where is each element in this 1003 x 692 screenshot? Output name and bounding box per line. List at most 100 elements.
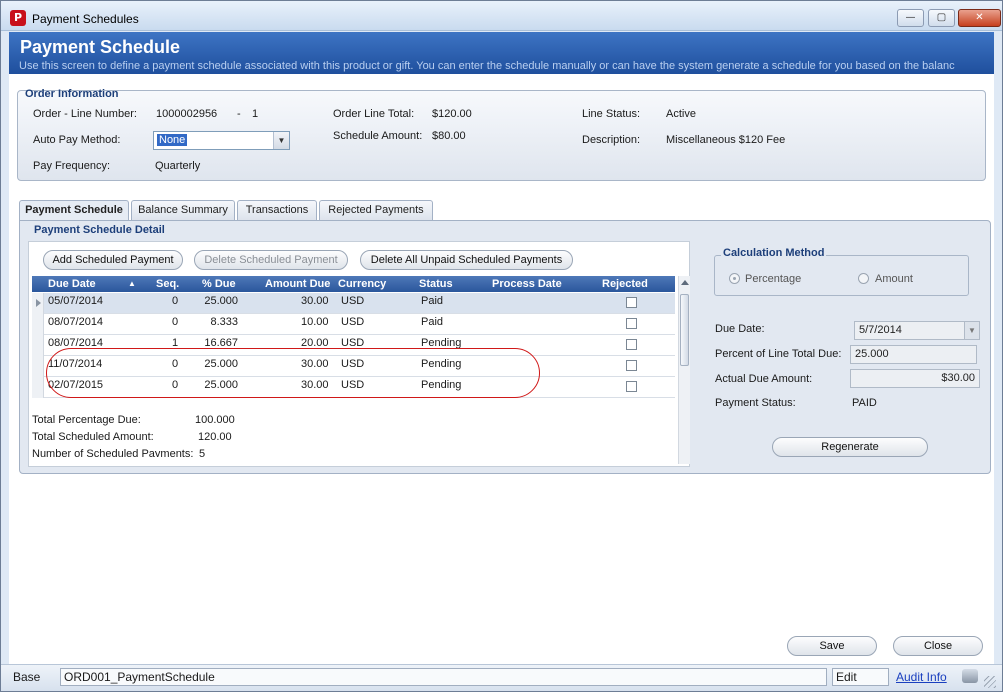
order-line-separator: - xyxy=(237,108,241,120)
payment-status-label: Payment Status: xyxy=(715,397,796,409)
order-line-total-value: $120.00 xyxy=(432,108,472,120)
highlight-annotation xyxy=(46,348,540,398)
current-row-icon xyxy=(36,299,41,307)
cell-due-date: 08/07/2014 xyxy=(48,316,104,328)
total-percentage-label: Total Percentage Due: xyxy=(32,414,141,426)
status-screen-id: ORD001_PaymentSchedule xyxy=(60,668,827,686)
add-scheduled-payment-button[interactable]: Add Scheduled Payment xyxy=(43,250,183,270)
main-content: Order Information Order - Line Number: 1… xyxy=(9,74,994,664)
auto-pay-select[interactable]: None ▼ xyxy=(153,131,290,150)
col-pct-due[interactable]: % Due xyxy=(202,278,236,290)
cell-amount: 30.00 xyxy=(301,295,329,307)
audit-info-link[interactable]: Audit Info xyxy=(896,670,947,684)
order-line-total-label: Order Line Total: xyxy=(333,108,415,120)
row-selector xyxy=(32,377,44,398)
rejected-checkbox[interactable] xyxy=(626,339,637,350)
due-date-field[interactable]: 5/7/2014 ▼ xyxy=(854,321,980,340)
actual-due-amount-field[interactable]: $30.00 xyxy=(850,369,980,388)
line-status-value: Active xyxy=(666,108,696,120)
tab-balance-summary[interactable]: Balance Summary xyxy=(131,200,235,220)
payment-schedule-detail: Payment Schedule Detail Add Scheduled Pa… xyxy=(19,220,991,474)
grid-header: Due Date ▲ Seq. % Due Amount Due Currenc… xyxy=(32,276,675,292)
detail-title: Payment Schedule Detail xyxy=(34,224,165,236)
actual-due-amount-label: Actual Due Amount: xyxy=(715,373,813,385)
amount-radio[interactable] xyxy=(858,273,869,284)
app-window: P Payment Schedules — ▢ ✕ Payment Schedu… xyxy=(0,0,1003,692)
chevron-down-icon[interactable]: ▼ xyxy=(273,132,289,149)
cell-currency: USD xyxy=(341,316,365,328)
due-date-value: 5/7/2014 xyxy=(859,324,902,336)
scroll-thumb[interactable] xyxy=(680,294,689,366)
rejected-checkbox[interactable] xyxy=(626,360,637,371)
col-process-date[interactable]: Process Date xyxy=(492,278,562,290)
cell-seq: 0 xyxy=(172,295,179,307)
rejected-checkbox[interactable] xyxy=(626,381,637,392)
description-label: Description: xyxy=(582,134,641,146)
save-button[interactable]: Save xyxy=(787,636,877,656)
app-logo-icon: P xyxy=(10,10,26,26)
row-selector xyxy=(32,293,44,314)
total-percentage-value: 100.000 xyxy=(195,414,235,426)
percentage-radio-label: Percentage xyxy=(745,273,802,285)
resize-grip-icon[interactable] xyxy=(984,676,996,688)
line-status-label: Line Status: xyxy=(582,108,641,120)
scheduled-count-clip: Number of Scheduled Payments: 5 xyxy=(32,448,252,457)
schedule-amount-value: $80.00 xyxy=(432,130,466,142)
window-title: Payment Schedules xyxy=(32,12,139,26)
page-header: Payment Schedule Use this screen to defi… xyxy=(9,32,994,74)
status-bar: Base ORD001_PaymentSchedule Edit Audit I… xyxy=(1,664,1002,691)
total-scheduled-value: 120.00 xyxy=(198,431,232,443)
cell-pct: 8.333 xyxy=(210,316,238,328)
rejected-checkbox[interactable] xyxy=(626,297,637,308)
col-seq[interactable]: Seq. xyxy=(156,278,179,290)
percent-line-total-label: Percent of Line Total Due: xyxy=(715,348,842,360)
col-due-date[interactable]: Due Date xyxy=(48,278,96,290)
row-selector xyxy=(32,314,44,335)
printer-icon[interactable] xyxy=(962,669,978,683)
row-selector xyxy=(32,335,44,356)
rejected-checkbox[interactable] xyxy=(626,318,637,329)
regenerate-button[interactable]: Regenerate xyxy=(772,437,928,457)
grid-scrollbar[interactable] xyxy=(678,276,690,464)
total-scheduled-label: Total Scheduled Amount: xyxy=(32,431,154,443)
maximize-button[interactable]: ▢ xyxy=(928,9,955,27)
tab-transactions[interactable]: Transactions xyxy=(237,200,317,220)
delete-all-unpaid-button[interactable]: Delete All Unpaid Scheduled Payments xyxy=(360,250,573,270)
percent-line-total-field[interactable]: 25.000 xyxy=(850,345,977,364)
cell-due-date: 05/07/2014 xyxy=(48,295,104,307)
cell-amount: 10.00 xyxy=(301,316,329,328)
col-currency[interactable]: Currency xyxy=(338,278,386,290)
cell-status: Paid xyxy=(421,316,444,328)
status-base: Base xyxy=(13,670,41,684)
amount-radio-label: Amount xyxy=(875,273,913,285)
table-row[interactable]: 08/07/2014 0 8.333 10.00 USD Paid xyxy=(32,314,675,335)
scroll-up-icon[interactable] xyxy=(681,280,689,285)
order-line-label: Order - Line Number: xyxy=(33,108,137,120)
due-date-label: Due Date: xyxy=(715,323,765,335)
col-amount-due[interactable]: Amount Due xyxy=(265,278,330,290)
tab-rejected-payments[interactable]: Rejected Payments xyxy=(319,200,433,220)
delete-scheduled-payment-button[interactable]: Delete Scheduled Payment xyxy=(194,250,348,270)
title-bar: P Payment Schedules — ▢ ✕ xyxy=(1,1,1002,31)
percentage-radio[interactable] xyxy=(729,273,740,284)
pay-frequency-value: Quarterly xyxy=(155,160,201,172)
auto-pay-value: None xyxy=(157,134,188,146)
close-button[interactable]: Close xyxy=(893,636,983,656)
col-rejected[interactable]: Rejected xyxy=(602,278,648,290)
scheduled-count-label: Number of Scheduled Payments: xyxy=(32,448,194,457)
pay-frequency-label: Pay Frequency: xyxy=(33,160,111,172)
col-status[interactable]: Status xyxy=(419,278,453,290)
cell-pct: 25.000 xyxy=(204,295,238,307)
order-information-title: Order Information xyxy=(25,88,119,100)
calendar-dropdown-icon[interactable]: ▼ xyxy=(964,322,979,339)
row-selector xyxy=(32,356,44,377)
tab-payment-schedule[interactable]: Payment Schedule xyxy=(19,200,129,221)
table-row[interactable]: 05/07/2014 0 25.000 30.00 USD Paid xyxy=(32,293,675,314)
schedule-amount-label: Schedule Amount: xyxy=(333,130,423,142)
close-window-button[interactable]: ✕ xyxy=(958,9,1001,27)
payment-status-value: PAID xyxy=(852,397,877,409)
auto-pay-label: Auto Pay Method: xyxy=(33,134,121,146)
cell-currency: USD xyxy=(341,295,365,307)
scheduled-count-value: 5 xyxy=(199,448,206,457)
minimize-button[interactable]: — xyxy=(897,9,924,27)
